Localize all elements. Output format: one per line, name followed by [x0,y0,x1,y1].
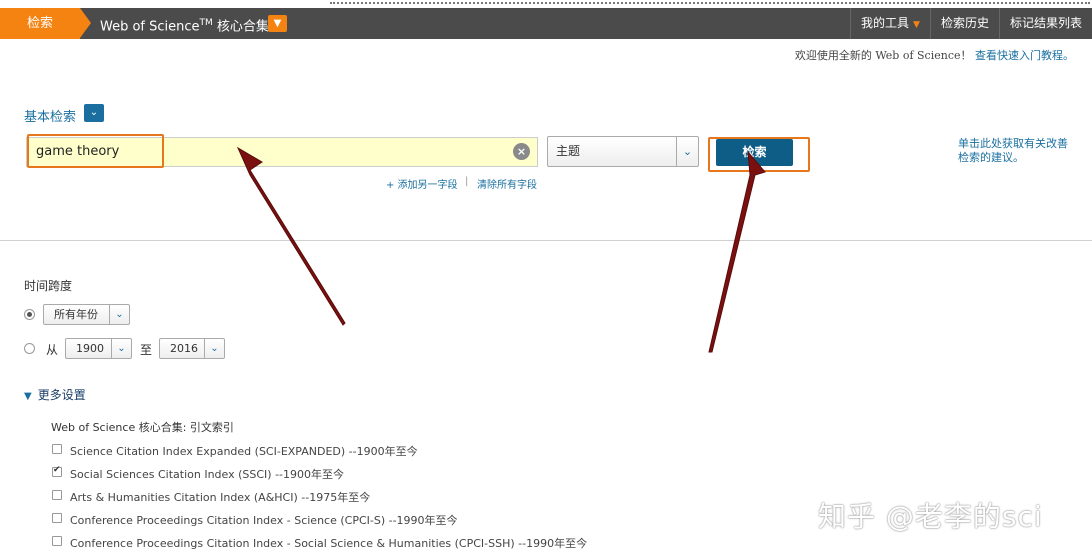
watermark: 知乎 @老李的sci [818,500,1043,533]
annotation-arrows [236,146,766,353]
arrow-to-input [236,146,346,326]
arrow-to-search-button [708,150,766,353]
